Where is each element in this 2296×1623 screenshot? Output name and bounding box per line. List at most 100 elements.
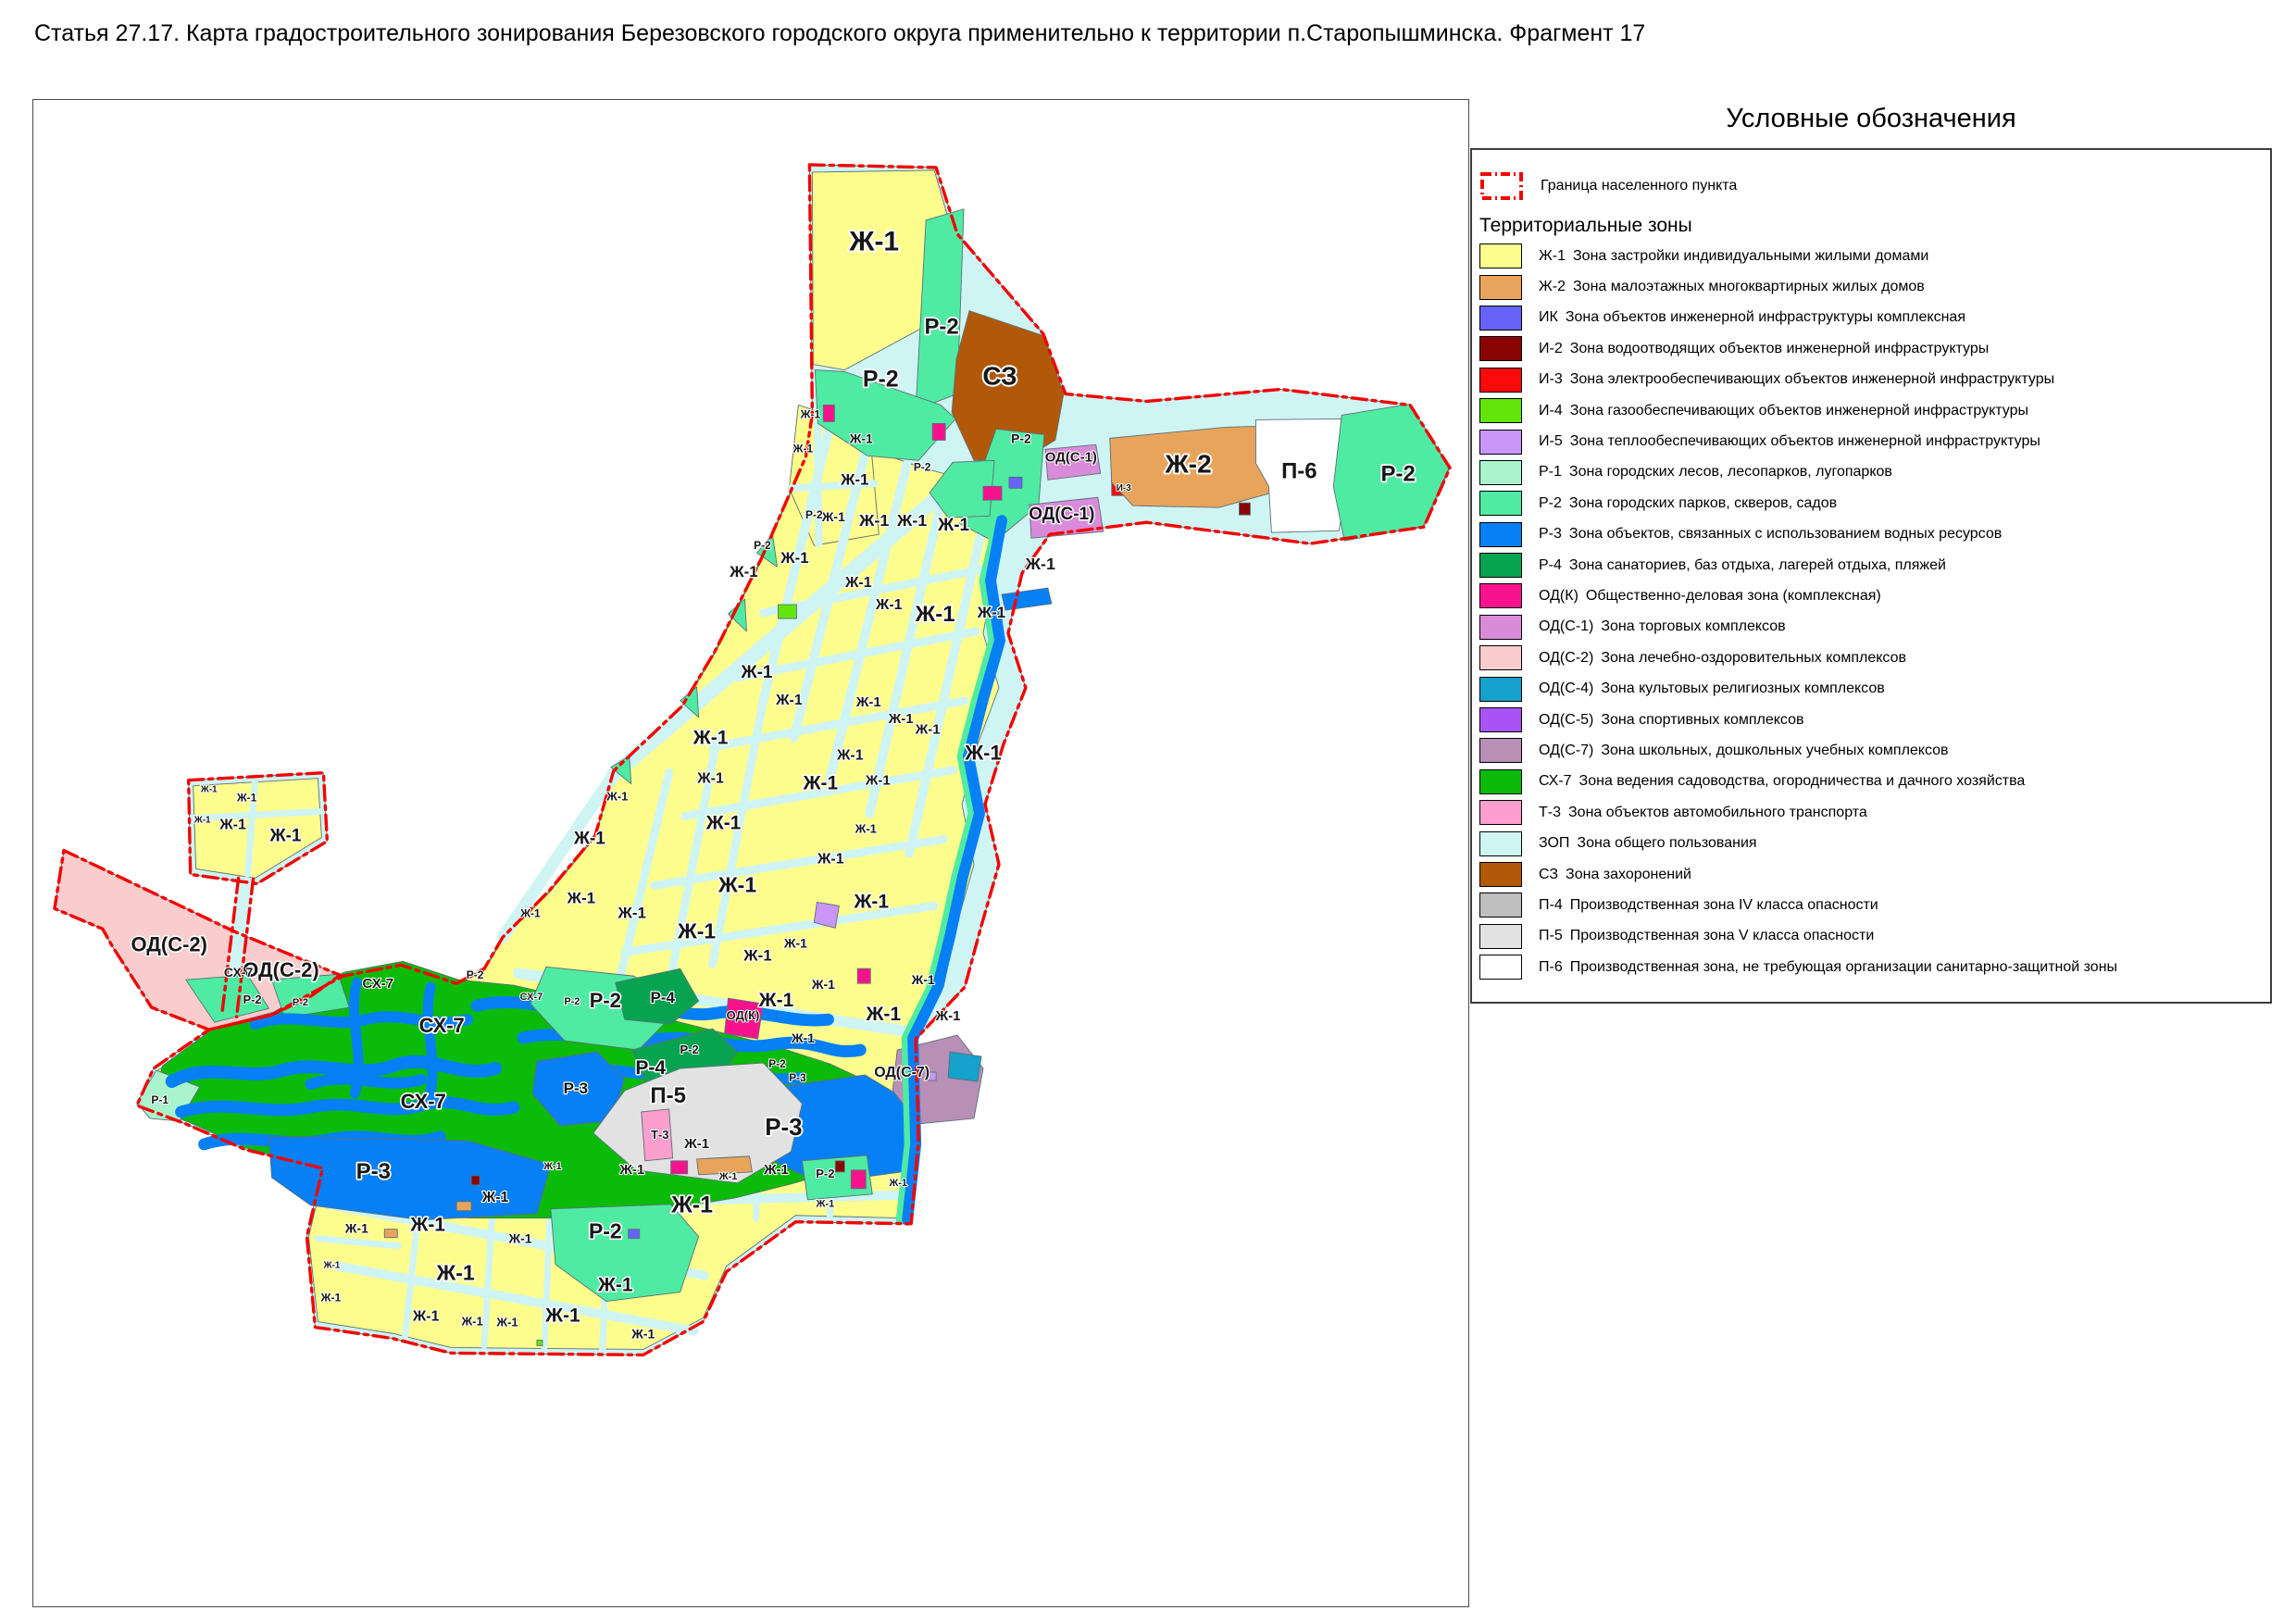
map-zone-label: Р-2 <box>754 539 771 552</box>
map-zone-label: Ж-1 <box>844 575 872 591</box>
map-zone-label: Р-2 <box>243 993 261 1006</box>
map-zone-label: Ж-1 <box>758 990 794 1011</box>
map-zone-label: Р-1 <box>151 1093 168 1106</box>
legend-zone-swatch <box>1479 831 1522 856</box>
map-zone-label: Р-2 <box>1381 461 1416 486</box>
map-zone-label: Ж-1 <box>729 563 757 581</box>
map-zone-label: СХ-7 <box>520 992 543 1003</box>
map-zone-label: Ж-1 <box>718 1171 738 1182</box>
legend-section-title: Территориальные зоны <box>1479 215 2270 237</box>
legend-zone-label: Ж-1 Зона застройки индивидуальными жилым… <box>1539 248 1928 265</box>
map-zone-label: Ж-1 <box>865 773 891 789</box>
page-title: Статья 27.17. Карта градостроительного з… <box>34 20 2071 47</box>
map-zone-label: Ж-1 <box>783 935 807 950</box>
legend-zone-swatch <box>1479 306 1522 331</box>
map-zone-label: Ж-1 <box>693 728 729 749</box>
legend-zone-row: СЗ Зона захоронений <box>1479 859 2270 890</box>
map-zone-label: Р-2 <box>1011 431 1031 445</box>
map-zone-label: Ж-1 <box>630 1326 655 1341</box>
legend-zone-row: Р-2 Зона городских парков, скверов, садо… <box>1479 488 2270 518</box>
zone-i4-dot <box>537 1340 543 1345</box>
legend-zone-label: ОД(С-5) Зона спортивных комплексов <box>1539 712 1804 729</box>
map-zone-label: Ж-1 <box>911 972 935 987</box>
map-zone-label: Р-2 <box>924 315 958 340</box>
map-zone-label: Ж-1 <box>481 1190 509 1205</box>
map-zone-label: Ж-1 <box>763 1162 789 1178</box>
zone-ik-b <box>629 1230 640 1239</box>
legend-zone-label: СХ-7 Зона ведения садоводства, огороднич… <box>1539 773 2025 790</box>
legend-zone-label: Р-3 Зона объектов, связанных с использов… <box>1539 526 2002 543</box>
legend-zone-label: Р-4 Зона санаториев, баз отдыха, лагерей… <box>1539 557 1946 574</box>
map-zone-label: Ж-1 <box>817 851 844 867</box>
map-zone-label: Ж-1 <box>409 1215 445 1236</box>
zone-i2-box-a <box>835 1161 844 1172</box>
legend-zone-row: ОД(С-2) Зона лечебно-оздоровительных ком… <box>1479 643 2270 673</box>
legend-zone-swatch <box>1479 615 1522 640</box>
legend-zone-swatch <box>1479 583 1522 608</box>
legend-zone-row: Р-3 Зона объектов, связанных с использов… <box>1479 519 2270 550</box>
map-zone-label: Ж-1 <box>1025 555 1055 573</box>
legend-zone-row: П-4 Производственная зона IV класса опас… <box>1479 890 2270 920</box>
legend-zone-label: Р-1 Зона городских лесов, лесопарков, лу… <box>1539 464 1892 481</box>
legend-zone-label: ОД(С-7) Зона школьных, дошкольных учебны… <box>1539 743 1949 759</box>
map-zone-label: Ж-1 <box>853 891 889 912</box>
map-zone-label: Р-2 <box>768 1057 786 1070</box>
legend-panel: Граница населенного пункта Территориальн… <box>1470 148 2272 1004</box>
map-zone-label: Ж-1 <box>705 813 742 834</box>
legend-zone-row: П-5 Производственная зона V класса опасн… <box>1479 921 2270 952</box>
map-zone-label: Ж-1 <box>816 1199 835 1210</box>
legend-zone-swatch <box>1479 645 1522 670</box>
legend-zone-swatch <box>1479 553 1522 578</box>
map-zone-label: Ж-1 <box>855 694 881 710</box>
map-zone-label: Ж-1 <box>696 771 724 787</box>
map-zone-label: СХ-7 <box>401 1090 446 1113</box>
zone-odk-b <box>932 423 945 440</box>
map-zone-label: Ж-1 <box>849 431 873 445</box>
zone-odk-d <box>857 968 870 983</box>
map-zone-label: Ж-1 <box>848 227 899 257</box>
map-zone-label: Ж-1 <box>605 790 628 804</box>
map-zone-label: Ж-1 <box>618 904 646 921</box>
map-zone-label: Ж-1 <box>840 470 868 488</box>
map-zone-label: ОД(С-1) <box>1045 449 1097 465</box>
legend-zone-label: ОД(К) Общественно-деловая зона (комплекс… <box>1539 588 1881 605</box>
legend-zone-row: ОД(С-1) Зона торговых комплексов <box>1479 612 2270 643</box>
map-zone-label: Ж-1 <box>915 602 955 627</box>
map-zone-label: Ж-1 <box>718 872 756 896</box>
legend-zone-label: ЗОП Зона общего пользования <box>1539 835 1757 852</box>
map-zone-label: Ж-1 <box>544 1305 580 1327</box>
map-zone-label: Ж-1 <box>344 1221 368 1236</box>
legend-zone-label: Р-2 Зона городских парков, скверов, садо… <box>1539 495 1837 512</box>
map-zone-label: Р-2 <box>564 996 580 1007</box>
legend-zone-swatch <box>1479 677 1522 702</box>
map-zone-label: Ж-1 <box>935 1008 961 1024</box>
map-zone-label: Ж-1 <box>507 1231 531 1246</box>
legend-zone-label: И-3 Зона электрообеспечивающих объектов … <box>1539 371 2054 388</box>
legend-zone-row: И-5 Зона теплообеспечивающих объектов ин… <box>1479 426 2270 456</box>
map-zone-label: Ж-1 <box>780 549 808 567</box>
map-zone-label: Р-3 <box>765 1115 802 1141</box>
zone-zh2-foot-b <box>384 1230 397 1238</box>
legend-zone-swatch <box>1479 430 1522 455</box>
legend-zone-swatch <box>1479 522 1522 547</box>
map-zone-label: Ж-1 <box>460 1315 482 1329</box>
map-zone-label: Ж-1 <box>567 889 595 906</box>
legend-zone-swatch <box>1479 738 1522 763</box>
map-zone-label: Р-2 <box>680 1042 699 1056</box>
map-zone-label: Ж-1 <box>811 977 835 992</box>
legend-zone-label: ОД(С-1) Зона торговых комплексов <box>1539 618 1786 635</box>
legend-zone-label: И-5 Зона теплообеспечивающих объектов ин… <box>1539 433 2040 450</box>
legend-boundary-label: Граница населенного пункта <box>1541 178 1737 194</box>
map-zone-label: Ж-1 <box>742 946 771 964</box>
map-zone-label: Ж-1 <box>200 785 218 795</box>
map-zone-label: Ж-1 <box>875 597 903 613</box>
map-zone-label: Ж-1 <box>618 1162 644 1178</box>
zone-odk-a <box>823 405 834 421</box>
legend-zone-swatch <box>1479 924 1522 949</box>
map-zone-label: Ж-1 <box>791 1030 815 1045</box>
zone-odk-c <box>983 486 1002 500</box>
legend-boundary-row: Граница населенного пункта <box>1479 165 2270 207</box>
map-zone-label: Ж-1 <box>670 1192 713 1218</box>
map-zone-label: Ж-1 <box>865 1004 901 1025</box>
legend-zone-row: ЗОП Зона общего пользования <box>1479 828 2270 858</box>
